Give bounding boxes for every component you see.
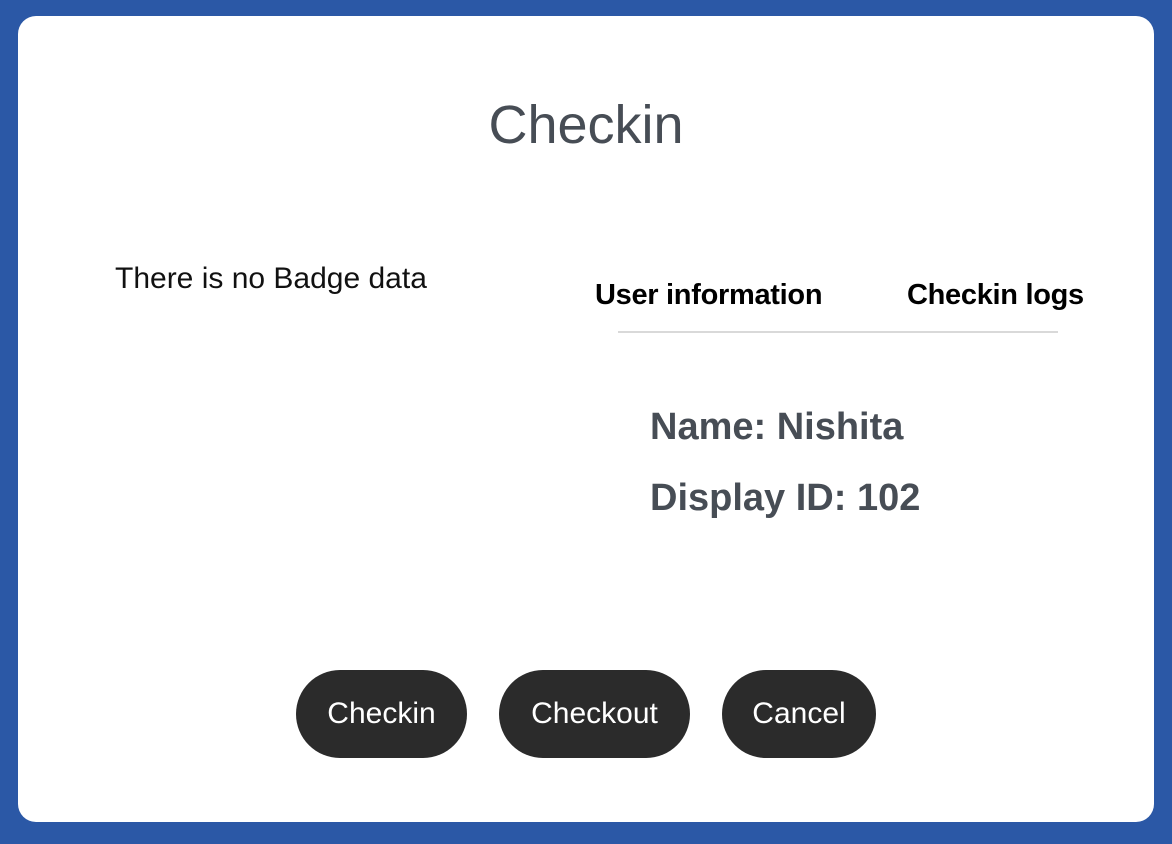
tab-checkin-logs[interactable]: Checkin logs <box>907 279 1084 312</box>
cancel-button[interactable]: Cancel <box>722 670 876 758</box>
tab-user-information[interactable]: User information <box>595 279 823 312</box>
badge-empty-message: There is no Badge data <box>115 262 427 295</box>
checkin-button[interactable]: Checkin <box>296 670 467 758</box>
user-name: Name: Nishita <box>650 406 904 448</box>
tab-divider <box>618 331 1058 333</box>
info-tabs: User information Checkin logs <box>595 279 1084 333</box>
dialog-title: Checkin <box>488 95 684 155</box>
user-display-id: Display ID: 102 <box>650 477 921 519</box>
checkin-dialog: Checkin There is no Badge data User info… <box>18 16 1154 822</box>
checkout-button[interactable]: Checkout <box>499 670 690 758</box>
